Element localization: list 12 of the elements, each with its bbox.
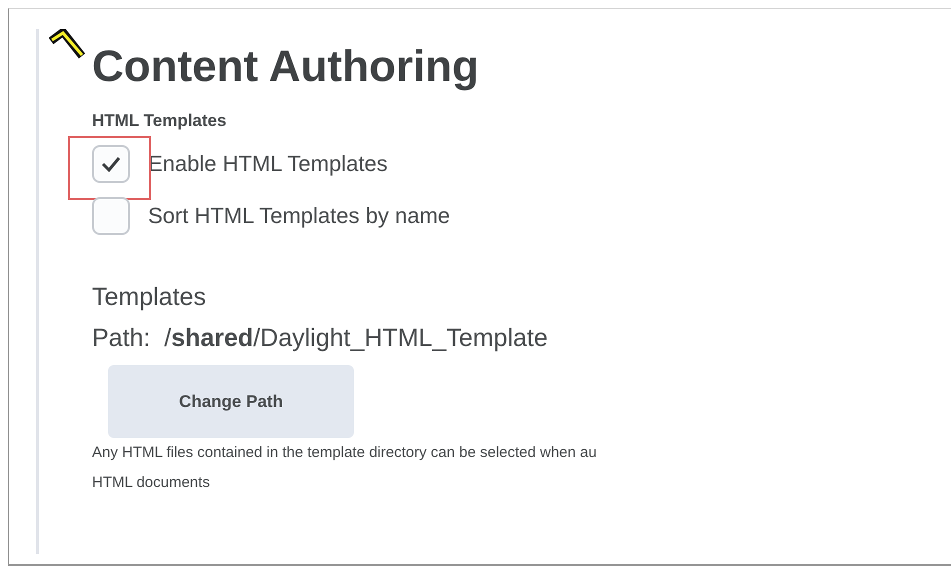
description-text: Any HTML files contained in the template directory can be selected when au xyxy=(92,443,598,463)
checkbox[interactable] xyxy=(92,145,130,183)
checkbox-label: Enable HTML Templates xyxy=(148,151,388,177)
checkbox-label: Sort HTML Templates by name xyxy=(148,203,450,229)
description-text: HTML documents xyxy=(92,473,211,493)
subsection-heading: Templates xyxy=(92,283,207,312)
checkbox[interactable] xyxy=(92,197,130,235)
page-title: Content Authoring xyxy=(92,41,480,93)
section-heading: HTML Templates xyxy=(92,111,228,131)
check-icon xyxy=(101,156,121,172)
path-text: Path: /shared/Daylight_HTML_Template xyxy=(92,324,549,353)
change-path-button[interactable]: Change Path xyxy=(108,365,354,438)
